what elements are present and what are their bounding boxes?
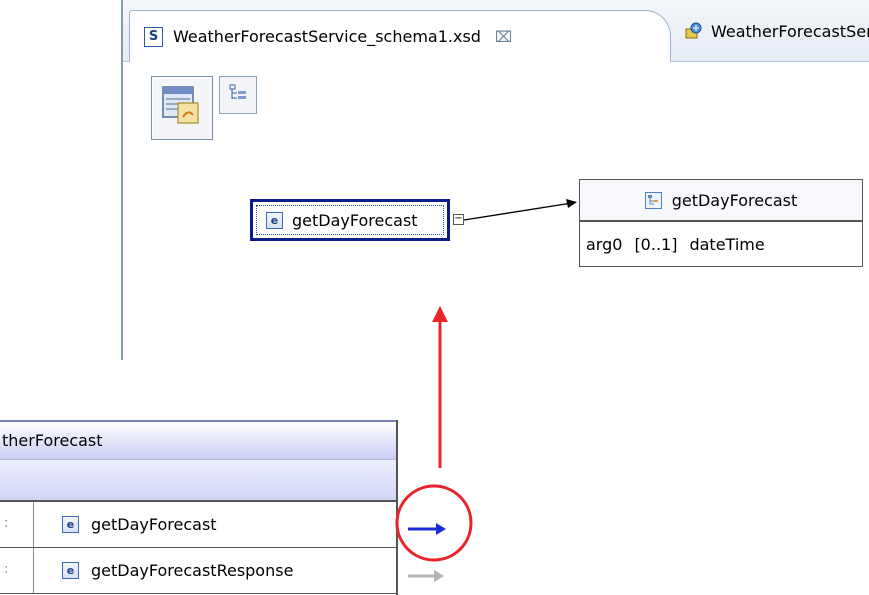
element-e-icon: e bbox=[266, 211, 283, 229]
column-marker: : bbox=[4, 562, 9, 577]
outline-view-button[interactable] bbox=[219, 76, 257, 114]
list-item-cell: e getDayForecast bbox=[62, 515, 217, 534]
design-view-icon bbox=[160, 84, 204, 132]
tab-web-service[interactable]: WeatherForecastSer bbox=[679, 10, 869, 52]
list-item[interactable]: : e getDayForecastResponse bbox=[0, 548, 396, 594]
close-icon[interactable]: ⌧ bbox=[495, 28, 512, 46]
tab-web-service-label: WeatherForecastSer bbox=[711, 21, 869, 41]
list-panel-subheader bbox=[0, 460, 396, 502]
element-node-inner: e getDayForecast bbox=[256, 205, 444, 235]
element-e-icon: e bbox=[62, 516, 79, 533]
element-node-label: getDayForecast bbox=[292, 210, 418, 230]
complex-type-icon bbox=[644, 191, 662, 209]
wsdl-message-panel: therForecast : e getDayForecast : e getD… bbox=[0, 420, 398, 595]
tab-schema-label: WeatherForecastService_schema1.xsd bbox=[173, 27, 481, 46]
complex-type-header: getDayForecast bbox=[580, 180, 862, 222]
inactive-arrow-icon[interactable] bbox=[408, 570, 444, 582]
editor-tab-bar: S WeatherForecastService_schema1.xsd ⌧ W… bbox=[123, 0, 869, 62]
column-separator bbox=[33, 502, 34, 547]
collapse-expander[interactable]: − bbox=[453, 214, 464, 225]
list-item[interactable]: : e getDayForecast bbox=[0, 502, 396, 548]
element-node-getdayforecast[interactable]: e getDayForecast bbox=[250, 199, 450, 241]
complex-type-box[interactable]: getDayForecast arg0 [0..1] dateTime bbox=[579, 179, 863, 267]
list-item-cell: e getDayForecastResponse bbox=[62, 561, 293, 580]
design-canvas: e getDayForecast − getDayForecast arg0 [… bbox=[123, 62, 869, 360]
tab-schema-xsd[interactable]: S WeatherForecastService_schema1.xsd ⌧ bbox=[129, 10, 671, 62]
field-multiplicity: [0..1] bbox=[634, 234, 678, 254]
complex-type-title: getDayForecast bbox=[671, 190, 798, 210]
complex-type-row[interactable]: arg0 [0..1] dateTime bbox=[580, 222, 862, 266]
schema-s-icon: S bbox=[144, 26, 163, 47]
tree-outline-icon bbox=[227, 82, 249, 108]
column-separator bbox=[33, 548, 34, 593]
field-type: dateTime bbox=[689, 234, 765, 254]
list-panel-title: therForecast bbox=[0, 420, 396, 460]
web-service-icon bbox=[683, 21, 703, 41]
red-highlight-circle bbox=[395, 484, 473, 562]
go-to-definition-arrow-icon[interactable] bbox=[408, 523, 446, 535]
list-item-label: getDayForecast bbox=[91, 515, 217, 534]
design-view-button[interactable] bbox=[151, 76, 213, 140]
element-e-icon: e bbox=[62, 562, 79, 579]
xsd-editor-panel: S WeatherForecastService_schema1.xsd ⌧ W… bbox=[121, 0, 869, 360]
list-item-label: getDayForecastResponse bbox=[91, 561, 294, 580]
field-name: arg0 bbox=[586, 234, 623, 254]
column-marker: : bbox=[4, 516, 9, 531]
